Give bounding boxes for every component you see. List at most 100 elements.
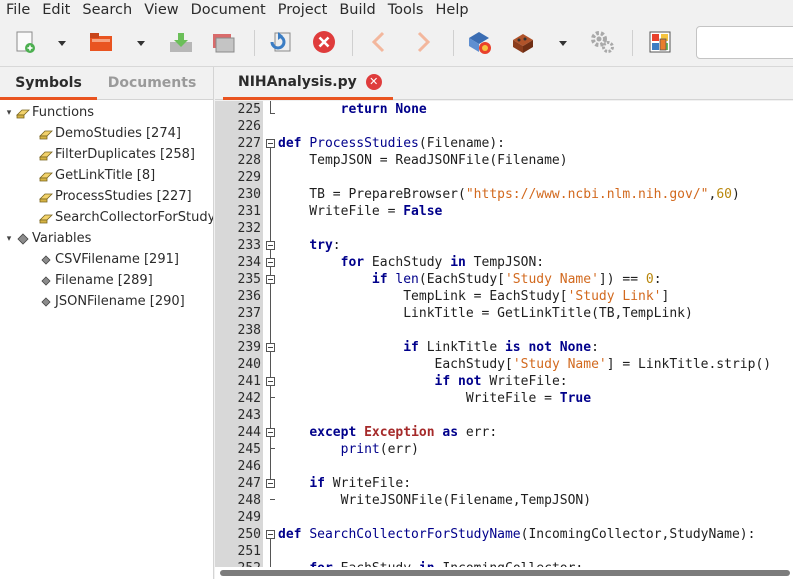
fold-guide [270, 539, 271, 567]
menu-build[interactable]: Build [333, 0, 381, 21]
code-line: TempLink = EachStudy['Study Link'] [278, 289, 670, 304]
chevron-down-icon[interactable] [558, 38, 568, 48]
back-button[interactable] [364, 27, 394, 57]
toolbar-separator [632, 30, 633, 56]
menu-tools[interactable]: Tools [382, 0, 430, 21]
tree-group-variables[interactable]: ▾ Variables [3, 228, 92, 249]
line-number: 235 [237, 272, 261, 287]
execute-button[interactable] [587, 27, 617, 57]
code-line: if WriteFile: [309, 476, 412, 491]
fold-toggle-icon[interactable] [266, 428, 275, 437]
close-tab-icon[interactable]: ✕ [365, 74, 382, 90]
editor-tab-bar: NIHAnalysis.py ✕ [215, 67, 793, 100]
toolbar [0, 21, 793, 67]
line-number: 252 [215, 560, 261, 567]
menu-project[interactable]: Project [272, 0, 334, 21]
line-number: 228 [237, 153, 261, 168]
save-all-button[interactable] [208, 27, 238, 57]
line-number: 250 [237, 527, 261, 542]
tree-item-function[interactable]: ProcessStudies [227] [38, 186, 192, 207]
fold-guide [270, 499, 275, 500]
tree-item-function[interactable]: SearchCollectorForStudyNa [38, 207, 214, 228]
fold-toggle-icon[interactable] [266, 241, 275, 250]
sidebar-tabs: Symbols Documents [0, 67, 213, 100]
function-icon [38, 148, 54, 162]
variable-icon [15, 232, 31, 246]
back-arrow-icon [371, 31, 385, 53]
line-number: 240 [237, 357, 261, 372]
forward-button[interactable] [408, 27, 438, 57]
open-file-button[interactable] [86, 27, 116, 57]
save-all-icon [213, 34, 235, 53]
forward-arrow-icon [417, 31, 431, 53]
tab-documents[interactable]: Documents [97, 67, 207, 100]
fold-margin [263, 101, 276, 567]
chevron-down-icon[interactable] [136, 38, 146, 48]
function-icon [38, 127, 54, 141]
line-number: 237 [237, 306, 261, 321]
function-icon [15, 106, 31, 120]
expand-arrow-icon[interactable]: ▾ [3, 234, 15, 244]
line-number: 249 [237, 510, 261, 525]
code-line: WriteFile = False [278, 204, 443, 219]
fold-guide [270, 448, 275, 449]
gears-icon [591, 31, 614, 53]
revert-button[interactable] [266, 27, 296, 57]
fold-toggle-icon[interactable] [266, 343, 275, 352]
fold-toggle-icon[interactable] [266, 139, 275, 148]
close-file-button[interactable] [309, 27, 339, 57]
line-number: 241 [237, 374, 261, 389]
tree-item-function[interactable]: GetLinkTitle [8] [38, 165, 155, 186]
tree-item-label: JSONFilename [290] [55, 294, 185, 309]
line-number: 239 [237, 340, 261, 355]
fold-toggle-icon[interactable] [266, 530, 275, 539]
fold-guide [270, 101, 271, 113]
code-editor[interactable]: return None def ProcessStudies(Filename):… [276, 101, 793, 567]
new-file-button[interactable] [10, 27, 40, 57]
compile-button[interactable] [465, 27, 495, 57]
menu-view[interactable]: View [138, 0, 184, 21]
line-number: 242 [237, 391, 261, 406]
menu-help[interactable]: Help [430, 0, 475, 21]
chevron-down-icon[interactable] [57, 38, 67, 48]
tree-item-variable[interactable]: Filename [289] [38, 270, 153, 291]
tree-item-label: Filename [289] [55, 273, 153, 288]
tree-item-label: CSVFilename [291] [55, 252, 179, 267]
horizontal-scrollbar[interactable] [215, 567, 793, 579]
expand-arrow-icon[interactable]: ▾ [3, 108, 15, 118]
menu-file[interactable]: File [0, 0, 36, 21]
tree-item-variable[interactable]: CSVFilename [291] [38, 249, 179, 270]
menu-search[interactable]: Search [76, 0, 138, 21]
fold-toggle-icon[interactable] [266, 479, 275, 488]
menu-document[interactable]: Document [185, 0, 272, 21]
fold-toggle-icon[interactable] [266, 275, 275, 284]
line-number: 247 [237, 476, 261, 491]
save-button[interactable] [166, 27, 196, 57]
fold-toggle-icon[interactable] [266, 258, 275, 267]
color-chooser-button[interactable] [645, 27, 675, 57]
tree-item-label: SearchCollectorForStudyNa [55, 210, 214, 225]
tab-document[interactable]: NIHAnalysis.py ✕ [223, 67, 393, 100]
menu-edit[interactable]: Edit [36, 0, 76, 21]
tree-item-variable[interactable]: JSONFilename [290] [38, 291, 185, 312]
code-line: WriteFile = True [278, 391, 592, 406]
function-icon [38, 190, 54, 204]
fold-toggle-icon[interactable] [266, 377, 275, 386]
code-line: def SearchCollectorForStudyName(Incoming… [278, 527, 756, 542]
toolbar-separator [352, 30, 353, 56]
tree-group-label: Functions [32, 105, 95, 120]
search-input[interactable] [696, 26, 793, 59]
line-number: 248 [237, 493, 261, 508]
line-number: 238 [237, 323, 261, 338]
code-line: if len(EachStudy['Study Name']) == 0: [371, 272, 662, 287]
tree-item-function[interactable]: FilterDuplicates [258] [38, 144, 195, 165]
tree-group-functions[interactable]: ▾ Functions [3, 102, 94, 123]
code-line: EachStudy['Study Name'] = LinkTitle.stri… [278, 357, 772, 372]
code-line: LinkTitle = GetLinkTitle(TB,TempLink) [278, 306, 693, 321]
tab-symbols[interactable]: Symbols [0, 67, 97, 100]
save-icon [170, 33, 192, 52]
scrollbar-thumb[interactable] [220, 570, 790, 576]
build-button[interactable] [508, 27, 538, 57]
tree-item-function[interactable]: DemoStudies [274] [38, 123, 181, 144]
tree-group-label: Variables [32, 231, 92, 246]
